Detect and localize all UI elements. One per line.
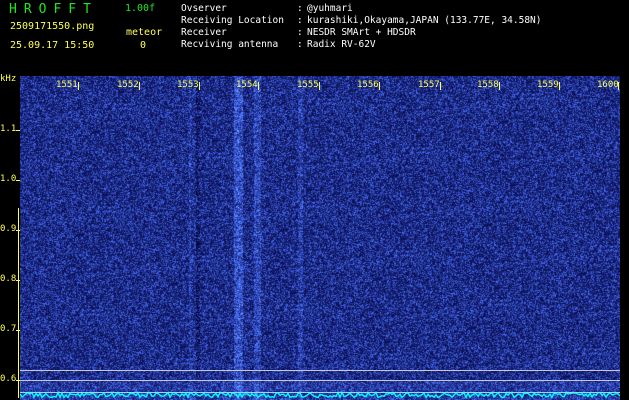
reference-line-lower [20,380,620,381]
app-version: 1.00f [125,3,156,14]
x-tick-mark [258,82,259,90]
x-tick-label: 1552 [117,80,139,90]
y-tick-label: 1.1 [0,124,17,134]
x-tick-label: 1558 [477,80,499,90]
info-separator: : [297,27,303,38]
baseline-rule [20,392,620,393]
date-time: 25.09.17 15:50 [10,40,95,51]
y-axis-unit: kHz [0,74,17,84]
y-tick-mark [16,130,20,131]
file-name: 2509171550.png [10,21,95,32]
antenna-value: Radix RV-62V [307,39,376,50]
header-panel: HROFFT 1.00f 2509171550.png meteor 25.09… [0,0,629,76]
y-tick-mark [16,330,20,331]
x-tick-mark [618,82,619,90]
meteor-count: 0 [140,40,147,51]
x-tick-mark [379,82,380,90]
x-tick-label: 1556 [357,80,379,90]
y-tick-mark [16,280,20,281]
x-tick-mark [78,82,79,90]
reference-line-upper [20,370,620,371]
observer-value: @yuhmari [307,3,353,14]
antenna-label: Recviving antenna [181,39,279,50]
level-bar [18,208,19,398]
x-tick-label: 1557 [418,80,440,90]
spectrogram-canvas [20,76,620,400]
receiver-value: NESDR SMArt + HDSDR [307,27,416,38]
app-title: HROFFT [9,2,98,17]
y-tick-mark [16,180,20,181]
info-separator: : [297,39,303,50]
x-tick-mark [199,82,200,90]
location-value: kurashiki,Okayama,JAPAN (133.77E, 34.58N… [307,15,542,26]
x-tick-mark [499,82,500,90]
y-tick-mark [16,230,20,231]
x-tick-label: 1559 [537,80,559,90]
x-tick-mark [559,82,560,90]
y-tick-label: 0.6 [0,374,17,384]
y-tick-label: 0.8 [0,274,17,284]
x-tick-label: 1553 [177,80,199,90]
spectrogram-panel [20,76,620,400]
location-label: Receiving Location [181,15,284,26]
x-tick-label: 1555 [297,80,319,90]
observer-label: Ovserver [181,3,227,14]
y-tick-label: 0.7 [0,324,17,334]
receiver-label: Receiver [181,27,227,38]
x-tick-mark [319,82,320,90]
y-tick-label: 1.0 [0,174,17,184]
y-tick-mark [16,380,20,381]
info-separator: : [297,15,303,26]
x-tick-mark [139,82,140,90]
y-tick-label: 0.9 [0,224,17,234]
mode-label: meteor [126,27,163,38]
x-tick-mark [440,82,441,90]
info-separator: : [297,3,303,14]
x-tick-label: 1600 [597,80,619,90]
x-tick-label: 1551 [56,80,78,90]
x-tick-label: 1554 [236,80,258,90]
